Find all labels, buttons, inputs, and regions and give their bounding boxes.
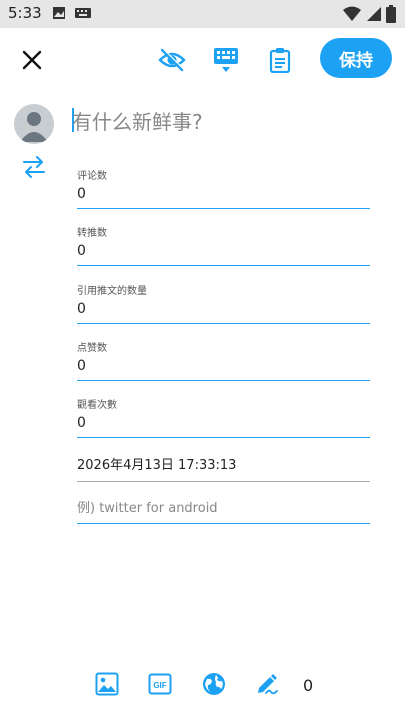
bottom-toolbar: GIF 0 [0,664,405,708]
retweet-count-value[interactable]: 0 [77,243,370,265]
like-count-field[interactable]: 点赞数 0 [77,339,370,381]
retweet-count-field[interactable]: 转推数 0 [77,224,370,266]
keyboard-button[interactable] [208,42,244,78]
retweet-count-label: 转推数 [77,228,107,239]
view-count-label: 觀看次數 [77,400,117,411]
datetime-field[interactable]: 2026年4月13日 17:33:13 [77,454,370,482]
compose-toolbar: 保持 [0,28,405,90]
swap-arrows-icon [23,156,45,178]
status-bar: 5:33 [0,0,405,28]
close-button[interactable] [14,42,50,78]
datetime-value[interactable]: 2026年4月13日 17:33:13 [77,458,236,473]
reply-count-value[interactable]: 0 [77,186,370,208]
image-icon[interactable] [95,672,119,696]
like-count-label: 点赞数 [77,343,107,354]
reply-count-label: 评论数 [77,171,107,182]
default-avatar-icon [20,112,48,142]
battery-icon [386,5,396,23]
quote-count-label: 引用推文的数量 [77,286,147,297]
save-button[interactable]: 保持 [320,38,392,78]
reply-count-field[interactable]: 评论数 0 [77,167,370,209]
keyboard-notification-icon [75,8,91,18]
status-time: 5:33 [8,4,42,22]
view-count-field[interactable]: 觀看次數 0 [77,396,370,438]
client-field[interactable]: 例) twitter for android [77,497,370,524]
swap-account-button[interactable] [22,156,46,182]
quote-count-field[interactable]: 引用推文的数量 0 [77,282,370,324]
edit-signature-icon[interactable] [255,672,279,696]
wifi-icon [343,6,361,21]
view-count-value[interactable]: 0 [77,415,370,437]
clipboard-button[interactable] [262,42,298,78]
character-count: 0 [303,676,314,695]
avatar[interactable] [14,104,54,144]
globe-icon[interactable] [202,672,226,696]
gif-icon[interactable]: GIF [148,672,172,696]
image-notification-icon [53,7,65,19]
client-input[interactable]: 例) twitter for android [77,501,218,516]
keyboard-icon [214,48,238,72]
hide-button[interactable] [154,42,190,78]
quote-count-value[interactable]: 0 [77,301,370,323]
clipboard-icon [269,48,291,73]
eye-off-icon [158,48,186,72]
like-count-value[interactable]: 0 [77,358,370,380]
svg-text:GIF: GIF [153,681,166,690]
compose-input[interactable]: 有什么新鲜事? [72,106,203,135]
close-icon [22,50,42,70]
signal-icon [367,7,381,21]
